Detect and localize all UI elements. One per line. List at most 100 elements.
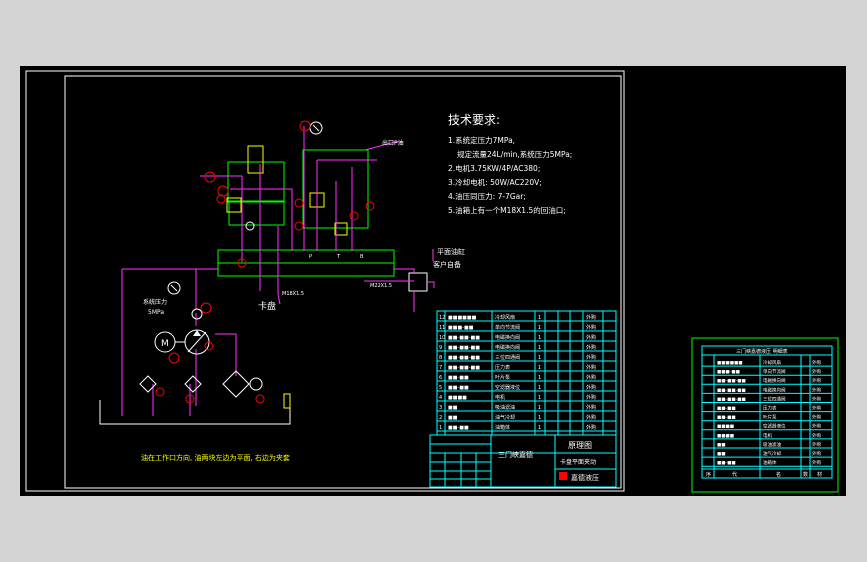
motor-label: M [161,339,169,349]
side-row-material: 外购 [812,414,821,421]
tech-item: 4.油压同压力: 7-7Gar; [448,191,526,201]
side-row-name: 油气冷却 [763,450,781,457]
parts-row-index: 3 [439,405,442,411]
side-row-material: 外购 [812,377,821,384]
parts-row-index: 12 [439,315,445,321]
tech-item: 3.冷却电机: 50W/AC220V; [448,177,542,187]
title-name: 卡盘平面夹动 [560,458,596,466]
side-footer: 数 [803,471,808,478]
parts-row-name: 单向节流阀 [495,324,520,331]
side-row-name: 单向节流阀 [763,368,786,375]
side-row-code: ■■■■ [717,434,734,439]
parts-row-name: 电机 [495,394,505,401]
parts-row-code: ■■ [448,415,458,421]
side-row-name: 吸油滤油 [763,441,781,448]
chuck-label: 卡盘 [258,300,276,312]
solenoid-valve [247,145,264,174]
parts-row-qty: 1 [538,355,541,361]
parts-row-qty: 1 [538,385,541,391]
suction-filter [139,375,157,393]
parts-row-qty: 1 [538,425,541,431]
tech-item: 规定流量24L/min,系统压力5MPa; [457,149,572,159]
side-footer: 代 [732,471,737,478]
side-row-name: 三位四通阀 [763,395,786,402]
side-row-code: ■■-■■-■■ [717,388,746,393]
parts-row-name: 吸油滤油 [495,404,515,411]
parts-row-code: ■■-■■-■■ [448,355,480,361]
drawing-note: 油在工作口方向, 油两块左边为平面, 右边为夹套 [141,453,290,462]
side-row-code: ■■-■■ [717,461,736,466]
parts-row-material: 外购 [586,404,596,411]
valve-block-left-lower [228,200,285,226]
parts-row-name: 叶片泵 [495,374,510,381]
parts-row-name: 三位四通阀 [495,354,520,361]
parts-row-index: 2 [439,415,442,421]
tech-item: 2.电机3.75KW/4P/AC380; [448,163,540,173]
parts-row-material: 外购 [586,414,596,421]
valve-block-left [227,161,285,203]
side-row-name: 电机 [763,432,772,439]
parts-row-material: 外购 [586,324,596,331]
parts-row-qty: 1 [538,345,541,351]
parts-row-index: 10 [439,335,445,341]
parts-row-name: 电磁换向阀 [495,344,520,351]
parts-row-code: ■■ [448,405,458,411]
parts-row-index: 6 [439,375,442,381]
parts-row-name: 压力表 [495,364,510,371]
parts-row-material: 外购 [586,424,596,431]
parts-row-code: ■■-■■-■■ [448,365,480,371]
side-row-material: 外购 [812,359,821,366]
side-row-material: 外购 [812,432,821,439]
parts-row-qty: 1 [538,335,541,341]
parts-row-code: ■■■■■■ [448,315,477,321]
parts-row-material: 外购 [586,314,596,321]
parts-row-code: ■■-■■-■■ [448,335,480,341]
parts-row-code: ■■■■ [448,395,467,401]
side-row-material: 外购 [812,405,821,412]
side-row-code: ■■■■■■ [717,361,743,366]
drawing-sheet: 技术要求: 1.系统定压力7MPa, 规定流量24L/min,系统压力5MPa;… [25,70,839,493]
side-row-material: 外购 [812,450,821,457]
side-footer: 序 [706,471,711,478]
parts-row-code: ■■■-■■ [448,325,474,331]
flat-cylinder [408,272,428,292]
side-row-name: 压力表 [763,405,777,412]
side-footer: 材 [817,471,822,478]
return-filter [184,375,202,393]
side-row-name: 冷却风扇 [763,359,781,366]
parts-row-qty: 1 [538,405,541,411]
relief-valve [334,222,348,236]
side-row-material: 外购 [812,423,821,430]
parts-row-index: 4 [439,395,442,401]
parts-row-name: 冷却风扇 [495,314,515,321]
parts-row-index: 9 [439,345,442,351]
side-row-name: 空滤器液位 [763,423,786,430]
side-row-code: ■■-■■-■■ [717,379,746,384]
parts-row-material: 外购 [586,344,596,351]
company-logo [559,472,567,480]
side-row-name: 油箱体 [763,459,777,466]
parts-list-table: 12 ■■■■■■ 冷却风扇 1 外购11 ■■■-■■ 单向节流阀 1 外购10 ■■-■■-■… [436,310,617,436]
hydraulic-schematic [99,121,435,425]
side-row-name: 电磁换向阀 [763,386,786,393]
cylinder-label: 平面油缸 [437,247,465,256]
sheet-outer-border [25,70,625,492]
parts-row-material: 外购 [586,394,596,401]
side-row-code: ■■■-■■ [717,370,740,375]
level-gauge [283,393,291,409]
side-row-code: ■■■■ [717,425,734,430]
title-project: 三门峡嘉德 [498,450,533,459]
parts-row-index: 5 [439,385,442,391]
tech-item: 1.系统定压力7MPa, [448,135,515,145]
side-row-material: 外购 [812,459,821,466]
side-row-code: ■■ [717,452,726,457]
cad-drawing-viewport[interactable]: 技术要求: 1.系统定压力7MPa, 规定流量24L/min,系统压力5MPa;… [20,66,846,496]
parts-row-qty: 1 [538,375,541,381]
side-row-material: 外购 [812,386,821,393]
title-drawing: 原理图 [568,441,592,450]
parts-row-qty: 1 [538,315,541,321]
parts-row-qty: 1 [538,365,541,371]
parts-row-code: ■■-■■ [448,425,469,431]
parts-row-code: ■■-■■-■■ [448,345,480,351]
parts-row-index: 7 [439,365,442,371]
